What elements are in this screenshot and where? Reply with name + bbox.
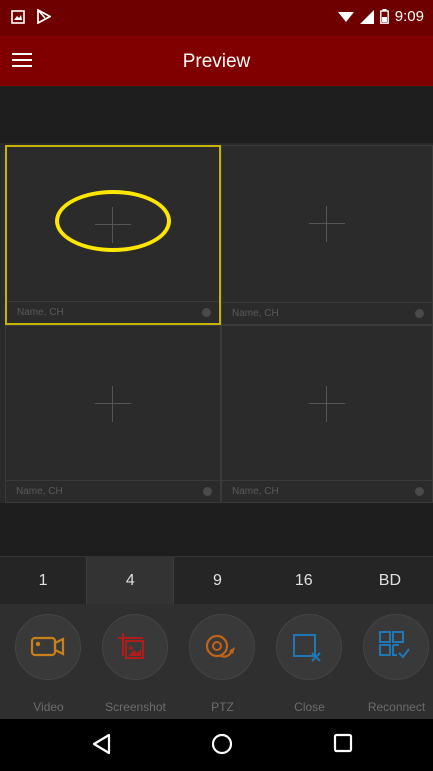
- channel-name: Name, CH: [232, 486, 279, 497]
- status-dot-icon: [415, 487, 424, 496]
- ptz-button[interactable]: PTZ: [180, 614, 267, 719]
- screenshot-label: Screenshot: [105, 700, 166, 714]
- split-1-button[interactable]: 1: [0, 557, 86, 604]
- home-icon[interactable]: [211, 733, 233, 755]
- close-window-icon: [293, 634, 321, 662]
- ptz-icon: [205, 634, 235, 658]
- preview-cell-4[interactable]: Name, CH: [221, 325, 433, 503]
- video-camera-icon: [30, 636, 65, 657]
- wifi-icon: [337, 12, 354, 22]
- reconnect-label: Reconnect: [367, 700, 426, 714]
- action-toolbar: Video Screenshot PTZ Close Reconnect: [0, 604, 433, 719]
- split-16-button[interactable]: 16: [261, 557, 347, 604]
- split-bd-button[interactable]: BD: [347, 557, 433, 604]
- preview-cell-2[interactable]: Name, CH: [221, 145, 433, 325]
- reconnect-button[interactable]: Reconnect: [354, 614, 433, 719]
- play-store-icon: [37, 9, 51, 24]
- battery-icon: [379, 9, 389, 24]
- status-dot-icon: [415, 309, 424, 318]
- close-button[interactable]: Close: [267, 614, 354, 719]
- app-screen: 9:09 Preview Name, CH Name, CH Name, CH …: [0, 0, 433, 771]
- ptz-label: PTZ: [211, 700, 234, 714]
- add-channel-icon[interactable]: [95, 386, 131, 422]
- recents-icon[interactable]: [333, 733, 353, 753]
- screenshot-button[interactable]: Screenshot: [93, 614, 180, 719]
- highlight-annotation: [55, 190, 171, 252]
- image-icon: [11, 9, 25, 24]
- add-channel-icon[interactable]: [309, 206, 345, 242]
- back-icon[interactable]: [92, 733, 112, 755]
- status-time: 9:09: [394, 8, 424, 25]
- add-channel-icon[interactable]: [309, 386, 345, 422]
- split-4-button[interactable]: 4: [86, 557, 175, 604]
- channel-name: Name, CH: [16, 486, 63, 497]
- signal-icon: [359, 9, 374, 24]
- preview-cell-3[interactable]: Name, CH: [5, 325, 221, 503]
- page-title: Preview: [182, 51, 251, 72]
- video-button[interactable]: Video: [6, 614, 93, 719]
- channel-name: Name, CH: [232, 308, 279, 319]
- status-dot-icon: [203, 487, 212, 496]
- reconnect-icon: [379, 631, 410, 659]
- preview-grid: Name, CH Name, CH Name, CH Name, CH: [0, 143, 433, 503]
- screenshot-icon: [118, 633, 144, 659]
- status-dot-icon: [202, 308, 211, 317]
- system-nav-bar: [0, 719, 433, 771]
- close-label: Close: [294, 700, 325, 714]
- app-bar: Preview: [0, 36, 433, 86]
- video-label: Video: [33, 700, 64, 714]
- channel-name: Name, CH: [17, 307, 64, 318]
- status-bar: 9:09: [0, 0, 433, 36]
- split-mode-bar: 1 4 9 16 BD: [0, 556, 433, 604]
- split-9-button[interactable]: 9: [174, 557, 260, 604]
